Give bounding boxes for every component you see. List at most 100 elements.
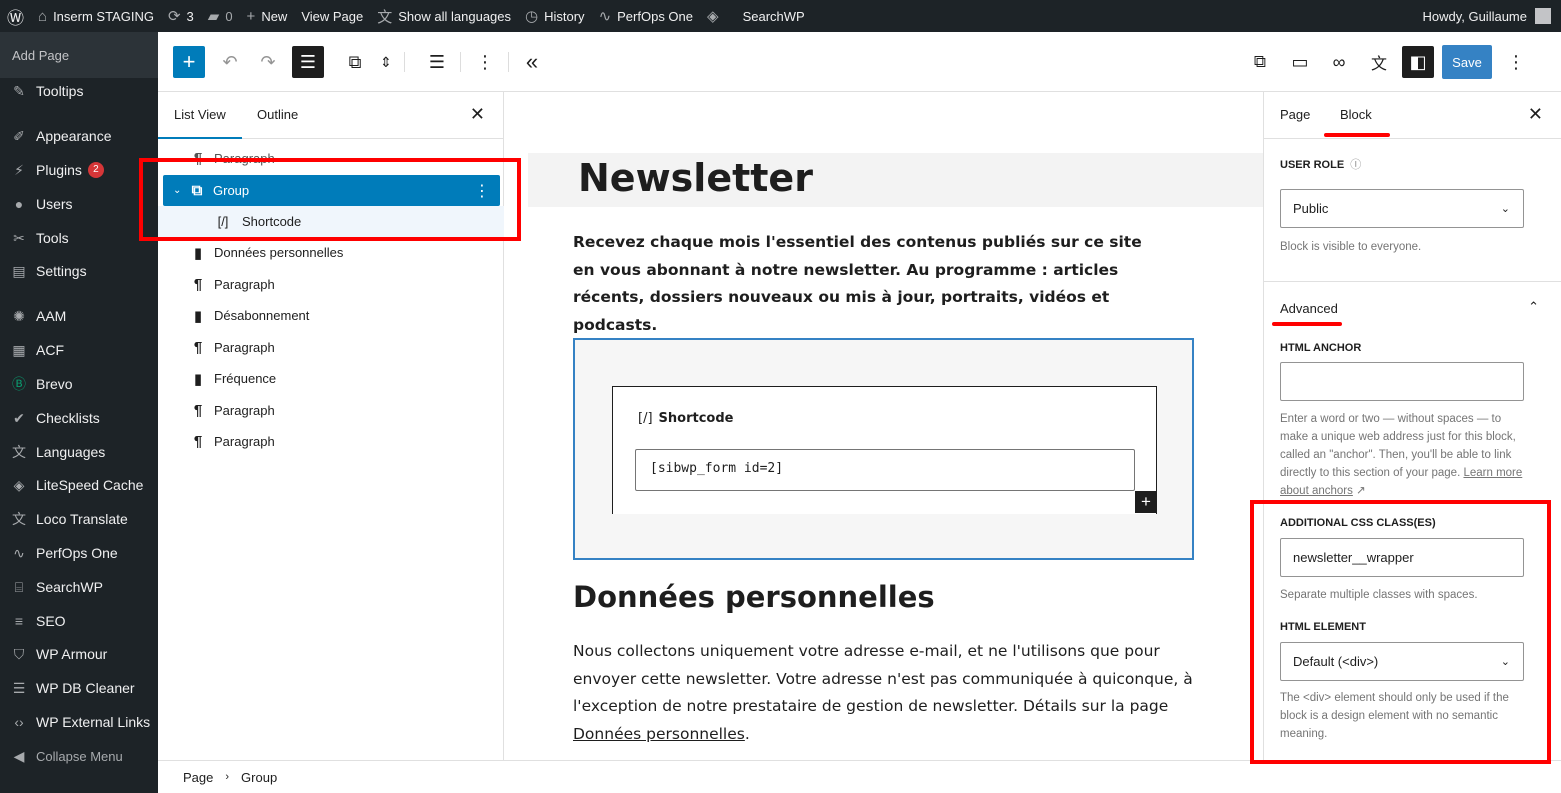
menu-item-perfops-one[interactable]: ∿ PerfOps One [0,537,158,569]
view-page-link[interactable]: View Page [294,0,370,32]
brevo-icon: Ⓑ [12,376,26,392]
site-name-link[interactable]: ⌂ Inserm STAGING [31,0,161,32]
menu-item-seo[interactable]: ≡ SEO [0,605,158,637]
menu-item-users[interactable]: ● Users [0,188,158,220]
translate-button[interactable]: 文 [1364,46,1394,78]
list-item[interactable]: ▮ Fréquence [158,363,504,394]
menu-item-languages[interactable]: 文 Languages [0,436,158,468]
list-view-panel: List View Outline ✕ ¶ Paragraph ⌄ ⧉ Group ⋮ … [158,92,504,760]
wp-logo-icon[interactable]: Ⓦ [0,0,31,32]
html-anchor-label: HTML ANCHOR [1280,342,1362,354]
new-content-link[interactable]: + New [240,0,295,32]
my-account-link[interactable]: Howdy, Guillaume [1415,0,1561,32]
plus-icon: + [182,49,196,74]
menu-item-aam[interactable]: ✺ AAM [0,300,158,332]
collapse-toolbar-button[interactable]: « [518,46,546,78]
highlight-underline-advanced [1272,322,1342,326]
menu-item-tools[interactable]: ✂ Tools [0,222,158,254]
list-item[interactable]: ¶ Paragraph [158,395,504,426]
collapse-menu-button[interactable]: ◀ Collapse Menu [0,740,158,772]
data-privacy-link[interactable]: Données personnelles [573,725,745,743]
chevron-right-icon: › [225,771,230,783]
code-icon: ‹› [14,714,24,730]
user-role-select[interactable]: Public ⌄ [1280,189,1524,228]
tab-list-view[interactable]: List View [158,107,242,139]
menu-item-checklists[interactable]: ✔ Checklists [0,402,158,434]
chevron-down-icon[interactable]: ⌄ [173,185,189,196]
show-languages-link[interactable]: 文 Show all languages [370,0,518,32]
move-block-button[interactable]: ⇕ [376,46,396,78]
menu-item-plugins[interactable]: ⚡ Plugins 2 [0,154,158,186]
preview-button[interactable]: ▭ [1286,46,1314,78]
page-title[interactable]: Newsletter [578,156,813,200]
chevron-down-icon: ⌄ [1500,203,1510,215]
close-icon[interactable]: ✕ [470,104,485,125]
group-block[interactable]: [/] Shortcode [sibwp_form id=2] + [573,338,1194,560]
add-page-link[interactable]: Add Page [0,32,158,78]
accessibility-button[interactable]: ∞ [1324,46,1354,78]
breadcrumb-group[interactable]: Group [241,770,277,785]
menu-item-acf[interactable]: ▦ ACF [0,334,158,366]
comments-link[interactable]: ▰ 0 [201,0,240,32]
more-vertical-icon[interactable]: ⋮ [474,181,490,201]
block-options-button[interactable]: ⋮ [473,46,497,78]
tab-block[interactable]: Block [1340,107,1372,122]
undo-button[interactable]: ↶ [214,46,246,78]
menu-item-wp-db-cleaner[interactable]: ☰ WP DB Cleaner [0,672,158,704]
redo-button[interactable]: ↷ [252,46,284,78]
advanced-panel-toggle[interactable]: Advanced [1280,301,1338,316]
updates-link[interactable]: ⟳ 3 [161,0,201,32]
admin-bar: Ⓦ ⌂ Inserm STAGING ⟳ 3 ▰ 0 + New View Page 文… [0,0,1561,32]
menu-item-litespeed-cache[interactable]: ◈ LiteSpeed Cache [0,469,158,501]
group-icon: ⧉ [348,51,362,72]
document-overview-button[interactable]: ☰ [292,46,324,78]
list-item[interactable]: ▮ Données personnelles [158,237,504,268]
menu-item-settings[interactable]: ▤ Settings [0,255,158,287]
html-element-select[interactable]: Default (<div>) ⌄ [1280,642,1524,681]
chevron-up-icon[interactable]: ⌃ [1528,299,1539,315]
section-heading[interactable]: Données personnelles [573,580,935,614]
block-inserter-button[interactable]: + [173,46,205,78]
breadcrumb-page[interactable]: Page [183,770,213,785]
close-icon[interactable]: ✕ [1528,104,1543,125]
list-view-tabs: List View Outline ✕ [158,92,503,139]
list-item-group[interactable]: ⌄ ⧉ Group ⋮ [163,175,500,206]
shortcode-block[interactable]: [/] Shortcode [sibwp_form id=2] + [612,386,1157,514]
list-item[interactable]: ▮ Désabonnement [158,300,504,331]
align-button[interactable]: ☰ [422,46,452,78]
comment-icon: ▰ [207,8,220,25]
desktop-icon: ▭ [1291,51,1309,72]
view-page-button[interactable]: ⧉ [1246,46,1274,78]
litespeed-icon[interactable]: ◈ [700,0,726,32]
block-type-button[interactable]: ⧉ [340,46,370,78]
history-link[interactable]: ◷ History [518,0,592,32]
tab-page[interactable]: Page [1280,107,1310,122]
html-anchor-input[interactable] [1280,362,1524,401]
searchwp-link[interactable]: SearchWP [726,0,812,32]
add-block-button[interactable]: + [1135,491,1157,513]
chevron-double-left-icon: « [525,49,539,74]
menu-item-wp-armour[interactable]: ⛉ WP Armour [0,638,158,670]
menu-item-searchwp[interactable]: ⌸ SearchWP [0,571,158,603]
list-item[interactable]: ¶ Paragraph [158,426,504,457]
list-item[interactable]: ¶ Paragraph [158,269,504,300]
settings-toggle-button[interactable]: ◧ [1402,46,1434,78]
body-paragraph[interactable]: Nous collectons uniquement votre adresse… [573,638,1203,748]
menu-item-appearance[interactable]: ✐ Appearance [0,120,158,152]
tab-outline[interactable]: Outline [257,107,298,122]
menu-item-loco-translate[interactable]: 文 Loco Translate [0,503,158,535]
menu-item-brevo[interactable]: Ⓑ Brevo [0,368,158,400]
menu-item-tooltips[interactable]: ✎ Tooltips [0,75,158,107]
info-icon[interactable]: ⓘ [1350,159,1361,171]
menu-item-wp-external-links[interactable]: ‹› WP External Links [0,706,158,738]
perfops-link[interactable]: ∿ PerfOps One [592,0,700,32]
save-button[interactable]: Save [1442,45,1492,79]
list-item[interactable]: ¶ Paragraph [158,332,504,363]
shortcode-input[interactable]: [sibwp_form id=2] [635,449,1135,491]
list-item-shortcode[interactable]: [/] Shortcode [158,206,504,237]
options-button[interactable]: ⋮ [1504,46,1528,78]
list-item[interactable]: ¶ Paragraph [158,144,504,172]
lead-paragraph[interactable]: Recevez chaque mois l'essentiel des cont… [573,229,1163,339]
bookmark-icon: ▮ [193,370,203,388]
css-class-input[interactable]: newsletter__wrapper [1280,538,1524,577]
